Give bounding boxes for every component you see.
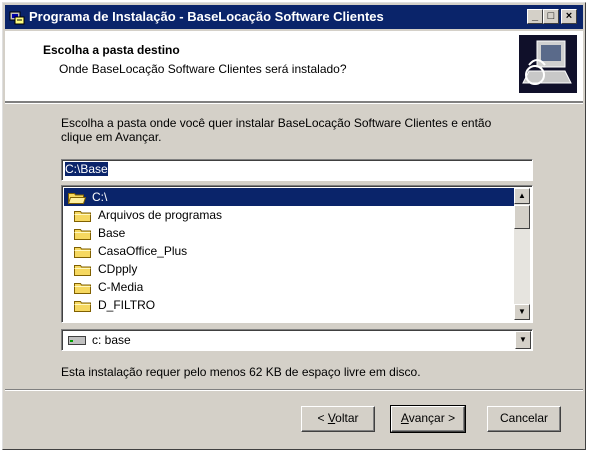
folder-item[interactable]: D_FILTRO xyxy=(64,296,514,314)
space-required-text: Esta instalação requer pelo menos 62 KB … xyxy=(61,365,421,379)
window-title: Programa de Instalação - BaseLocação Sof… xyxy=(29,9,384,24)
folder-icon xyxy=(74,211,91,222)
header-title: Escolha a pasta destino xyxy=(43,43,180,57)
chevron-down-icon: ▼ xyxy=(519,335,527,344)
setup-app-icon xyxy=(9,11,25,25)
destination-path-input[interactable]: C:\Base xyxy=(61,159,533,181)
folder-label: CDpply xyxy=(98,262,138,276)
path-value: C:\Base xyxy=(65,162,108,176)
arrow-down-icon: ▼ xyxy=(518,307,526,316)
folder-instructions: Escolha a pasta onde você quer instalar … xyxy=(61,116,492,144)
open-folder-icon xyxy=(68,193,86,204)
drive-dropdown-button[interactable]: ▼ xyxy=(515,331,531,349)
installer-window: Programa de Instalação - BaseLocação Sof… xyxy=(2,2,586,450)
folder-label: D_FILTRO xyxy=(98,298,156,312)
folder-label: C-Media xyxy=(98,280,144,294)
folder-item[interactable]: C-Media xyxy=(64,278,514,296)
folder-label: C:\ xyxy=(92,190,108,204)
wizard-header: Escolha a pasta destino Onde BaseLocação… xyxy=(5,31,583,102)
folder-item[interactable]: CDpply xyxy=(64,260,514,278)
next-hotkey: A xyxy=(400,411,409,425)
scroll-down-button[interactable]: ▼ xyxy=(514,304,530,320)
header-subtitle: Onde BaseLocação Software Clientes será … xyxy=(59,62,347,76)
next-suffix: > xyxy=(444,411,456,425)
folder-label: Arquivos de programas xyxy=(98,208,223,222)
next-label-rest: vançar xyxy=(408,411,445,425)
maximize-button[interactable]: □ xyxy=(543,9,559,24)
drive-value: c: base xyxy=(92,333,131,347)
drive-select[interactable]: c: base ▼ xyxy=(61,329,533,351)
folder-item[interactable]: C:\ xyxy=(64,188,514,206)
close-icon: × xyxy=(565,10,573,22)
folder-label: CasaOffice_Plus xyxy=(98,244,188,258)
minimize-button[interactable]: _ xyxy=(527,9,543,24)
back-button[interactable]: < Voltar xyxy=(301,406,375,432)
back-prefix: < xyxy=(317,411,328,425)
folder-rows: C:\ Arquivos de programas Base CasaOffice_P… xyxy=(64,188,514,314)
folder-item[interactable]: CasaOffice_Plus xyxy=(64,242,514,260)
folder-list[interactable]: C:\ Arquivos de programas Base CasaOffice_P… xyxy=(61,185,533,323)
folder-item[interactable]: Base xyxy=(64,224,514,242)
install-computer-icon xyxy=(519,35,577,93)
scroll-thumb[interactable] xyxy=(514,205,530,229)
close-button[interactable]: × xyxy=(561,9,577,24)
folder-icon xyxy=(74,301,91,312)
folder-list-scrollbar[interactable]: ▲ ▼ xyxy=(514,188,530,320)
folder-item[interactable]: Arquivos de programas xyxy=(64,206,514,224)
header-divider xyxy=(5,102,583,104)
footer-divider xyxy=(5,389,583,391)
folder-label: Base xyxy=(98,226,126,240)
next-button[interactable]: Avançar > xyxy=(390,405,466,433)
folder-icon xyxy=(74,283,91,294)
back-label-rest: oltar xyxy=(335,411,359,425)
scroll-up-button[interactable]: ▲ xyxy=(514,188,530,204)
arrow-up-icon: ▲ xyxy=(518,191,526,200)
folder-icon xyxy=(74,247,91,258)
title-bar[interactable]: Programa de Instalação - BaseLocação Sof… xyxy=(5,5,583,29)
cancel-label: Cancelar xyxy=(499,411,549,425)
minimize-icon: _ xyxy=(531,10,539,22)
cancel-button[interactable]: Cancelar xyxy=(487,406,561,432)
folder-icon xyxy=(74,229,91,240)
maximize-icon: □ xyxy=(547,10,555,22)
hard-drive-icon xyxy=(68,336,86,345)
folder-icon xyxy=(74,265,91,276)
